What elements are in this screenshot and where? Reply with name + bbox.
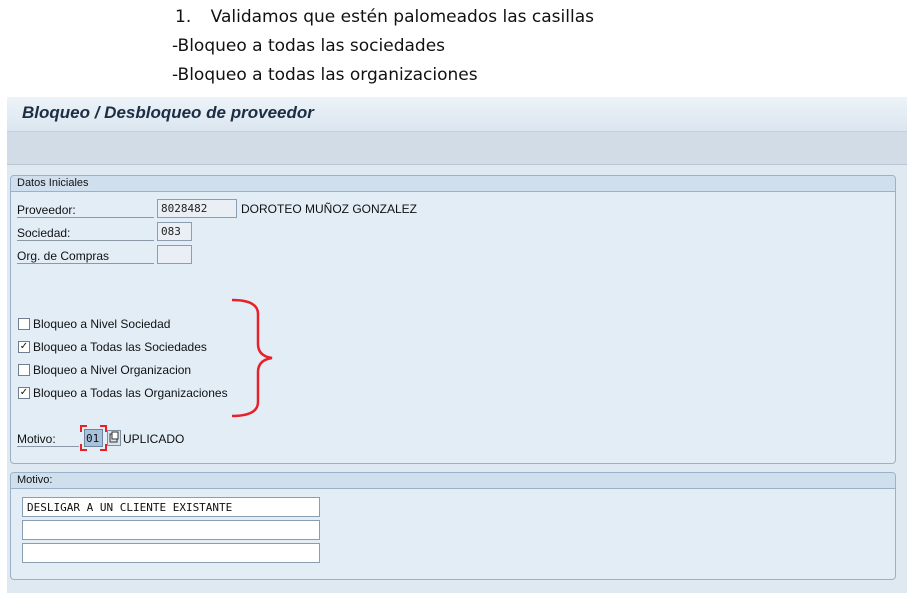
instruction-line-3: -Bloqueo a todas las organizaciones bbox=[172, 65, 478, 85]
org-compras-label: Org. de Compras bbox=[17, 249, 154, 264]
motivo-text-line-1[interactable]: DESLIGAR A UN CLIENTE EXISTANTE bbox=[22, 497, 320, 517]
instruction-text: Validamos que estén palomeados las casil… bbox=[210, 7, 594, 27]
org-compras-input[interactable] bbox=[157, 245, 192, 264]
sap-window: Bloqueo / Desbloqueo de proveedor Datos … bbox=[7, 97, 907, 593]
motivo-label: Motivo: bbox=[17, 432, 79, 447]
checkbox-label: Bloqueo a Todas las Sociedades bbox=[33, 340, 207, 354]
checkbox-nivel-organizacion[interactable] bbox=[18, 364, 30, 376]
application-toolbar bbox=[7, 132, 907, 165]
group-header: Motivo: bbox=[11, 473, 895, 489]
group-title: Datos Iniciales bbox=[17, 177, 89, 189]
checkbox-label: Bloqueo a Nivel Sociedad bbox=[33, 317, 171, 331]
proveedor-input[interactable]: 8028482 bbox=[157, 199, 237, 218]
sociedad-input[interactable]: 083 bbox=[157, 222, 192, 241]
motivo-text-line-2[interactable] bbox=[22, 520, 320, 540]
group-header: Datos Iniciales bbox=[11, 176, 895, 192]
group-title: Motivo: bbox=[17, 474, 53, 486]
instruction-line-1: 1. Validamos que estén palomeados las ca… bbox=[172, 7, 594, 27]
checkbox-label: Bloqueo a Todas las Organizaciones bbox=[33, 386, 228, 400]
checkbox-nivel-sociedad[interactable] bbox=[18, 318, 30, 330]
instruction-line-2: -Bloqueo a todas las sociedades bbox=[172, 36, 446, 56]
motivo-text-line-3[interactable] bbox=[22, 543, 320, 563]
sociedad-label: Sociedad: bbox=[17, 226, 154, 241]
focus-corners bbox=[80, 425, 107, 451]
motivo-description: UPLICADO bbox=[123, 432, 185, 446]
annotation-brace bbox=[231, 298, 273, 418]
checkbox-todas-sociedades[interactable]: ✓ bbox=[18, 341, 30, 353]
title-bar: Bloqueo / Desbloqueo de proveedor bbox=[7, 97, 907, 132]
checkbox-label: Bloqueo a Nivel Organizacion bbox=[33, 363, 192, 377]
datos-iniciales-group: Datos Iniciales Proveedor: 8028482 DOROT… bbox=[10, 175, 896, 464]
motivo-group: Motivo: DESLIGAR A UN CLIENTE EXISTANTE bbox=[10, 472, 896, 580]
checkbox-todas-organizaciones[interactable]: ✓ bbox=[18, 387, 30, 399]
proveedor-name: DOROTEO MUÑOZ GONZALEZ bbox=[241, 202, 418, 216]
window-title: Bloqueo / Desbloqueo de proveedor bbox=[22, 103, 314, 122]
instruction-number: 1. bbox=[175, 7, 192, 27]
proveedor-label: Proveedor: bbox=[17, 203, 154, 218]
value-help-icon[interactable] bbox=[107, 430, 121, 446]
